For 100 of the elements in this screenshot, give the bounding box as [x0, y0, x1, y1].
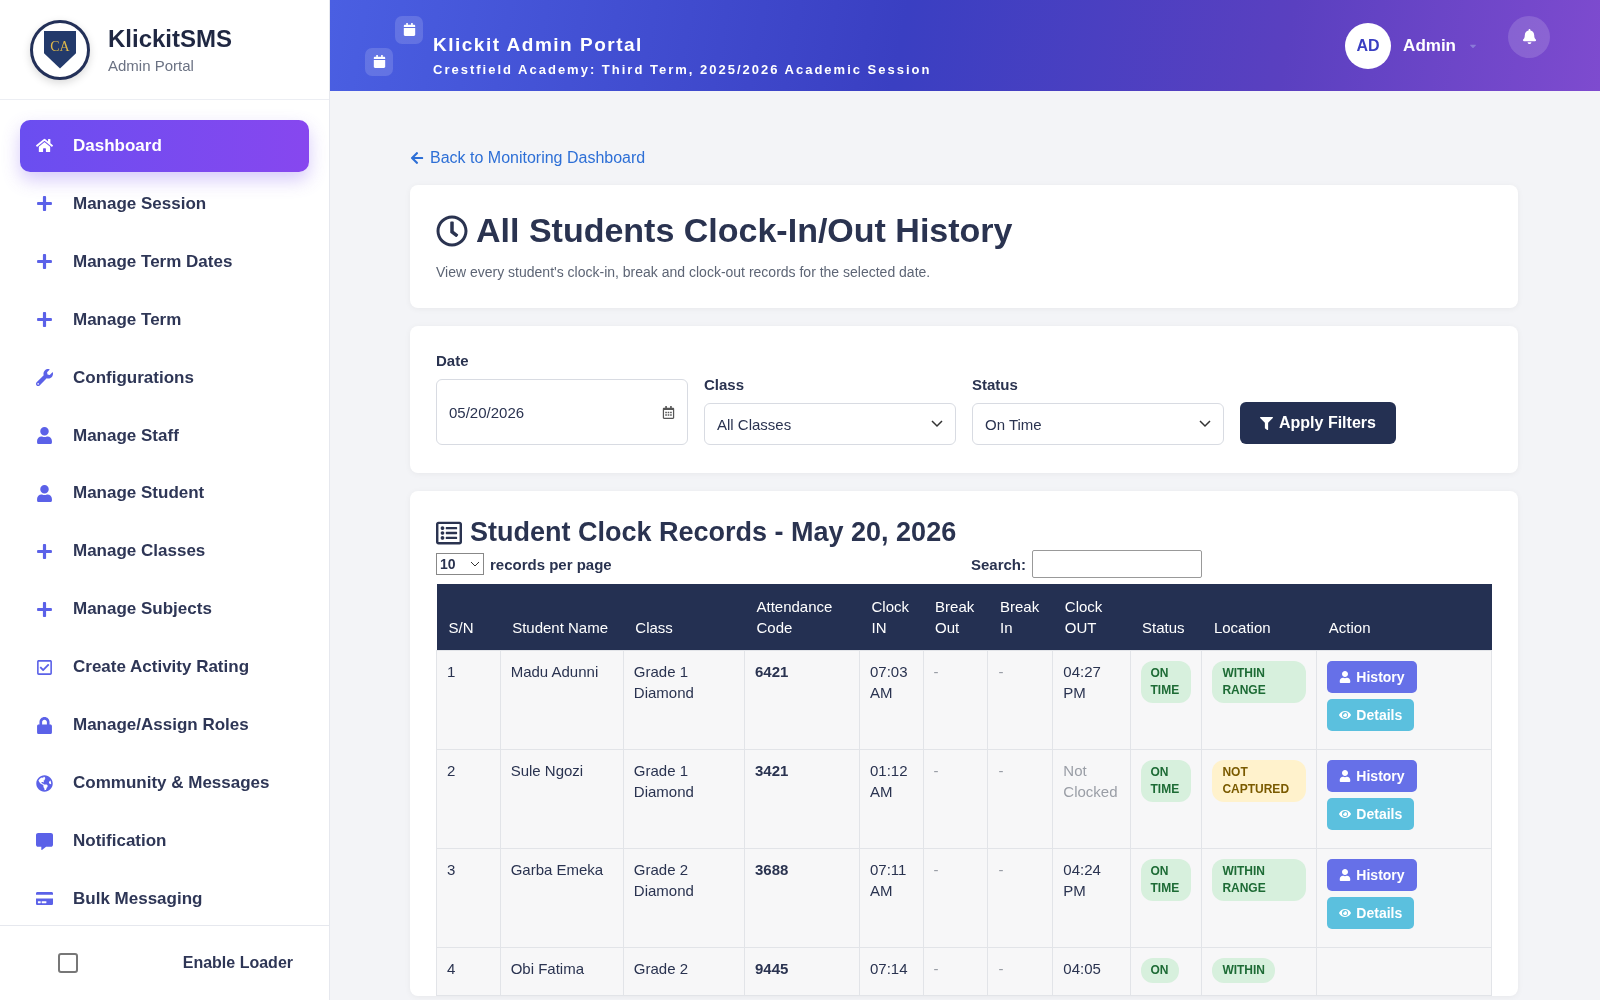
sidebar-item[interactable]: Notification: [20, 815, 309, 867]
user-icon: [1339, 869, 1352, 881]
brand-subtitle: Admin Portal: [108, 57, 195, 74]
header-subtitle: Crestfield Academy: Third Term, 2025/2026 Academic Session: [433, 62, 932, 77]
table-cell: -: [923, 947, 988, 996]
history-button[interactable]: History: [1327, 760, 1417, 792]
eye-icon: [1339, 808, 1352, 820]
table-cell: Grade 1 Diamond: [623, 650, 745, 750]
table-cell: 07:03 AM: [859, 650, 924, 750]
chat-icon: [36, 832, 53, 850]
date-field[interactable]: 05/20/2026: [436, 379, 688, 445]
history-button[interactable]: History: [1327, 661, 1417, 693]
lock-icon: [36, 716, 53, 734]
column-header: Class: [623, 584, 745, 651]
records-title: Student Clock Records - May 20, 2026: [470, 517, 957, 548]
column-header: Break In: [987, 584, 1053, 651]
table-cell: 07:11 AM: [859, 848, 924, 948]
user-icon: [1339, 770, 1352, 782]
user-icon: [36, 427, 53, 445]
class-select[interactable]: All Classes: [704, 403, 956, 445]
filter-icon: [1260, 416, 1273, 430]
table-cell: 4: [436, 947, 501, 996]
apply-filters-button[interactable]: Apply Filters: [1240, 402, 1396, 444]
field-label: Class: [704, 376, 746, 393]
avatar[interactable]: AD: [1345, 22, 1392, 69]
table-cell: Grade 1 Diamond: [623, 749, 745, 849]
column-header: Student Name: [500, 584, 624, 651]
home-icon: [36, 137, 53, 155]
list-icon: [436, 519, 462, 546]
brand-name: KlickitSMS: [108, 25, 233, 53]
logo-text: CA: [44, 30, 76, 69]
sidebar-item[interactable]: Configurations: [20, 351, 309, 404]
table-cell: 2: [436, 749, 501, 849]
sidebar-item[interactable]: Manage Student: [20, 467, 309, 520]
card-icon: [36, 890, 53, 908]
sidebar-item[interactable]: Manage/Assign Roles: [20, 699, 309, 752]
sidebar-item[interactable]: Manage Staff: [20, 409, 309, 462]
table-cell: 04:24 PM: [1052, 848, 1130, 948]
sidebar-item[interactable]: Bulk Messaging: [20, 873, 309, 925]
table-cell: 04:27 PM: [1052, 650, 1130, 750]
column-header: Status: [1130, 584, 1202, 651]
column-header: Break Out: [923, 584, 988, 651]
table-cell: Madu Adunni: [500, 650, 624, 750]
sidebar-item[interactable]: Create Activity Rating: [20, 641, 309, 694]
clock-icon: [436, 214, 468, 247]
per-page-label: records per page: [490, 555, 612, 573]
table-cell: 3: [436, 848, 501, 948]
field-label: Status: [972, 376, 1019, 393]
sidebar-item[interactable]: Manage Subjects: [20, 583, 309, 636]
sidebar-item[interactable]: Manage Term Dates: [20, 235, 309, 288]
table-cell: 07:14: [859, 947, 924, 996]
table-cell: 3421: [744, 749, 860, 849]
history-button[interactable]: History: [1327, 859, 1417, 891]
calendar-icon: [365, 47, 393, 76]
table-cell: 9445: [744, 947, 860, 996]
chevron-icon: [931, 420, 943, 428]
field-label: Date: [436, 352, 470, 369]
table-cell: Sule Ngozi: [500, 749, 624, 849]
chevron-icon: [1199, 420, 1211, 428]
sidebar-item[interactable]: Manage Term: [20, 293, 309, 346]
eye-icon: [1339, 709, 1352, 721]
column-header: Clock OUT: [1052, 584, 1130, 651]
sidebar-item[interactable]: Dashboard: [20, 120, 309, 172]
table-cell: -: [923, 848, 988, 948]
location-badge: WITHIN: [1212, 958, 1276, 983]
sidebar-item[interactable]: Community & Messages: [20, 757, 309, 810]
status-select[interactable]: On Time: [972, 403, 1224, 445]
plus-icon: [36, 311, 53, 329]
column-header: S/N: [436, 584, 501, 651]
status-badge: ON TIME: [1140, 661, 1192, 703]
arrow-left-icon: [410, 151, 424, 165]
table-cell: Grade 2 Diamond: [623, 848, 745, 948]
page-title: All Students Clock-In/Out History: [476, 211, 1013, 250]
eye-icon: [1339, 907, 1352, 919]
user-icon: [36, 485, 53, 502]
plus-icon: [36, 600, 53, 618]
search-field[interactable]: [1032, 550, 1202, 578]
checkbox[interactable]: [58, 953, 78, 973]
notification-button[interactable]: [1508, 15, 1550, 58]
table-cell: -: [923, 650, 988, 750]
location-badge: WITHIN RANGE: [1212, 661, 1307, 703]
table-cell: Obi Fatima: [500, 947, 624, 996]
plus-icon: [36, 195, 53, 213]
sidebar-item[interactable]: Manage Classes: [20, 525, 309, 578]
plus-icon: [36, 253, 53, 271]
user-icon: [1339, 671, 1352, 683]
back-link[interactable]: Back to Monitoring Dashboard: [410, 149, 646, 167]
wrench-icon: [36, 369, 53, 387]
checkbox-icon: [36, 658, 53, 676]
user-name[interactable]: Admin: [1403, 35, 1456, 56]
sidebar-item[interactable]: Manage Session: [20, 177, 309, 230]
status-badge: ON TIME: [1140, 859, 1192, 901]
table-cell: 3688: [744, 848, 860, 948]
checkbox-label: Enable Loader: [182, 954, 293, 972]
per-page-select[interactable]: 10: [436, 553, 484, 575]
table-cell: -: [987, 650, 1053, 750]
calendar-icon: [395, 15, 423, 44]
table-cell: Garba Emeka: [500, 848, 624, 948]
table-cell: 6421: [744, 650, 860, 750]
column-header: Attendance Code: [744, 584, 860, 651]
